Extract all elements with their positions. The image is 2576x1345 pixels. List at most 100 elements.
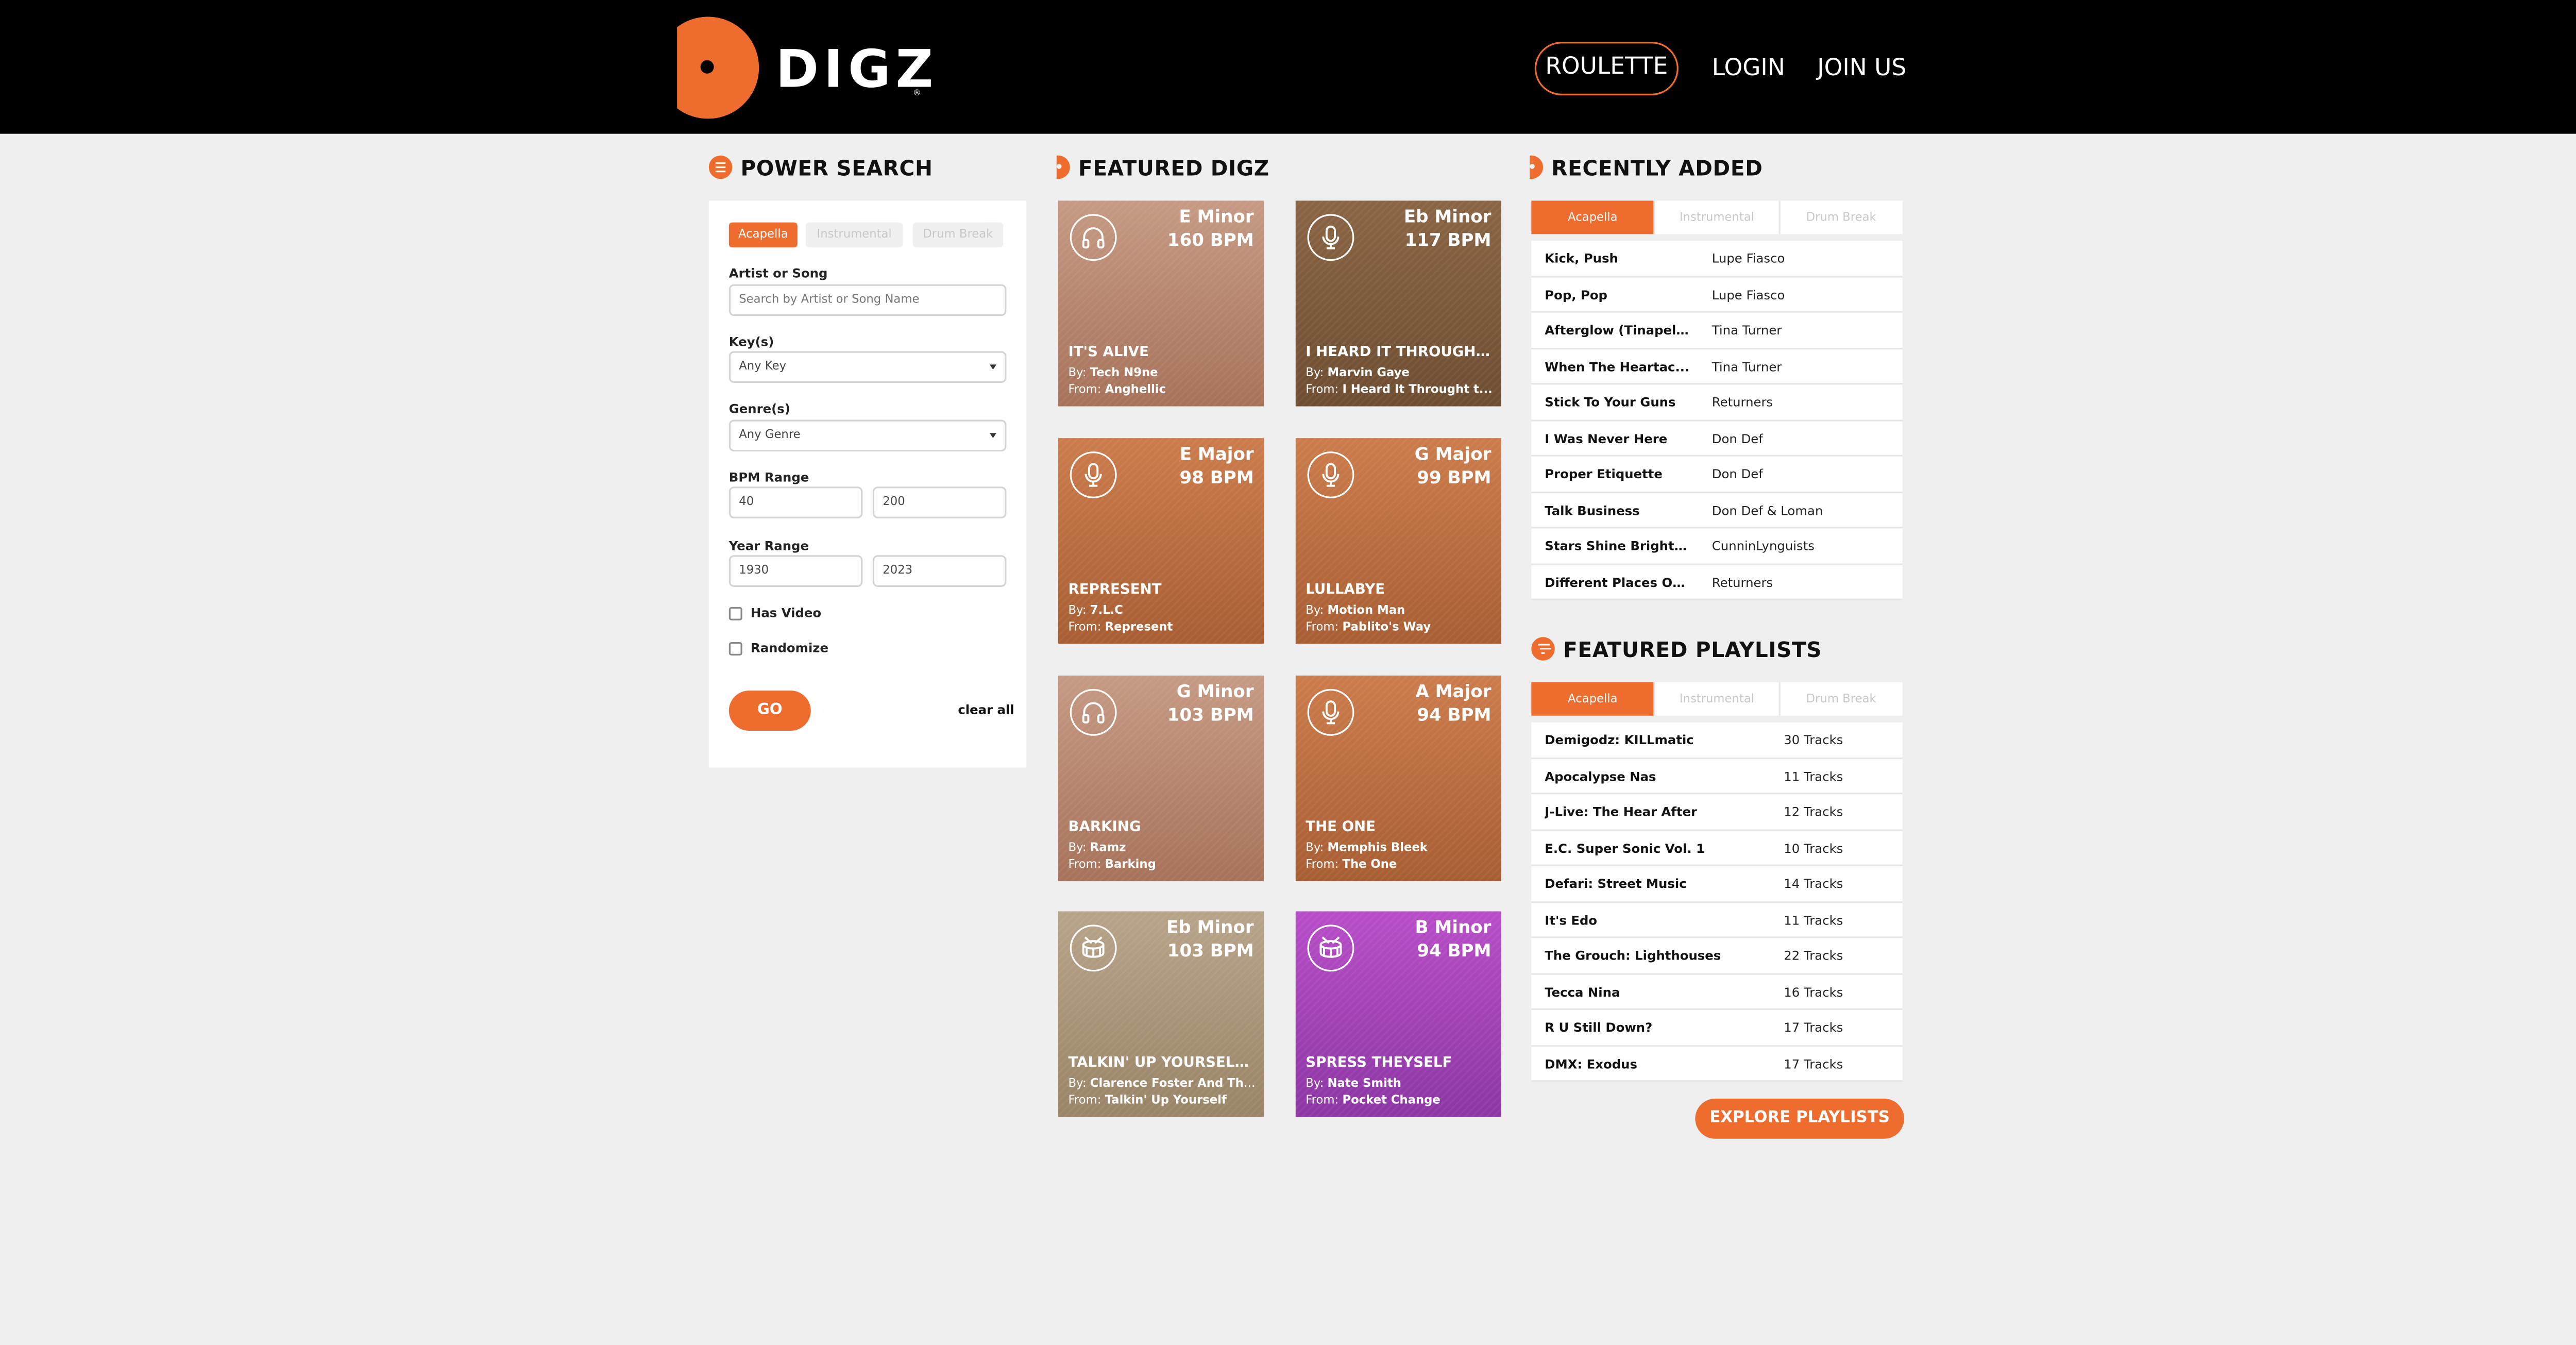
featured-playlists-tabs: Acapella Instrumental Drum Break: [1531, 682, 1903, 716]
card-title: TALKIN' UP YOURSELF ...: [1068, 1055, 1256, 1072]
list-item[interactable]: Talk Business Don Def & Loman: [1531, 493, 1903, 529]
search-type-acapella[interactable]: Acapella: [728, 222, 798, 248]
microphone-icon: [1070, 451, 1117, 498]
key-select[interactable]: Any Key: [728, 351, 1007, 383]
song-title: Afterglow (Tinapell...: [1545, 323, 1692, 338]
card-bpm: 94 BPM: [1417, 705, 1492, 726]
track-count: 11 Tracks: [1784, 768, 1843, 784]
tab-drum-break[interactable]: Drum Break: [1780, 682, 1903, 716]
table-row[interactable]: Defari: Street Music 14 Tracks: [1531, 866, 1903, 902]
song-title: Different Places On...: [1545, 574, 1692, 590]
login-link[interactable]: LOGIN: [1712, 42, 1785, 95]
playlist-name: J-Live: The Hear After: [1545, 804, 1698, 820]
card-album: From: Pocket Change: [1306, 1094, 1440, 1107]
randomize-label: Randomize: [750, 640, 828, 656]
card-album: From: I Heard It Throught t...: [1306, 383, 1493, 397]
playlist-name: Demigodz: KILLmatic: [1545, 732, 1694, 748]
card-bpm: 103 BPM: [1167, 941, 1254, 962]
go-button[interactable]: GO: [728, 691, 811, 731]
bpm-min-input[interactable]: 40: [728, 486, 863, 518]
list-item[interactable]: Afterglow (Tinapell... Tina Turner: [1531, 313, 1903, 349]
explore-playlists-button[interactable]: EXPLORE PLAYLISTS: [1695, 1098, 1904, 1139]
search-type-instrumental[interactable]: Instrumental: [806, 222, 903, 248]
headphones-icon: [1070, 688, 1117, 736]
card-key: B Minor: [1415, 918, 1492, 938]
list-item[interactable]: Proper Etiquette Don Def: [1531, 457, 1903, 493]
has-video-checkbox[interactable]: [728, 607, 742, 620]
table-row[interactable]: Tecca Nina 16 Tracks: [1531, 974, 1903, 1010]
featured-card[interactable]: E Major 98 BPM REPRESENT By: 7.L.C From: Rep…: [1058, 438, 1264, 644]
card-bpm: 99 BPM: [1417, 468, 1492, 489]
tab-acapella[interactable]: Acapella: [1531, 682, 1656, 716]
table-row[interactable]: The Grouch: Lighthouses 22 Tracks: [1531, 938, 1903, 974]
list-item[interactable]: When The Heartac... Tina Turner: [1531, 349, 1903, 385]
table-row[interactable]: DMX: Exodus 17 Tracks: [1531, 1046, 1903, 1082]
track-count: 22 Tracks: [1784, 948, 1843, 964]
card-artist: By: Clarence Foster And Th...: [1068, 1077, 1256, 1090]
card-album: From: Represent: [1068, 620, 1173, 634]
featured-card[interactable]: B Minor 94 BPM SPRESS THEYSELF By: Nate Smi…: [1295, 911, 1501, 1117]
tab-drum-break[interactable]: Drum Break: [1780, 200, 1903, 234]
featured-card[interactable]: G Major 99 BPM LULLABYE By: Motion Man From:…: [1295, 438, 1501, 644]
track-count: 30 Tracks: [1784, 732, 1843, 748]
tab-instrumental[interactable]: Instrumental: [1656, 682, 1780, 716]
card-key: G Major: [1414, 445, 1492, 465]
menu-icon: [708, 155, 733, 179]
tab-instrumental[interactable]: Instrumental: [1656, 200, 1780, 234]
list-item[interactable]: Pop, Pop Lupe Fiasco: [1531, 277, 1903, 313]
list-item[interactable]: Stick To Your Guns Returners: [1531, 384, 1903, 421]
card-key: Eb Minor: [1403, 207, 1492, 228]
featured-card[interactable]: Eb Minor 117 BPM I HEARD IT THROUGH T... By…: [1295, 200, 1501, 407]
year-max-input[interactable]: 2023: [872, 555, 1007, 587]
key-label: Key(s): [728, 334, 774, 350]
has-video-label: Has Video: [750, 605, 822, 620]
card-artist: By: Motion Man: [1306, 603, 1405, 617]
drum-icon: [1070, 924, 1117, 972]
table-row[interactable]: Demigodz: KILLmatic 30 Tracks: [1531, 722, 1903, 759]
recently-added-list: Kick, Push Lupe Fiasco Pop, Pop Lupe Fiasco…: [1531, 241, 1903, 600]
artist-name: CunninLynguists: [1711, 538, 1815, 554]
card-key: A Major: [1415, 682, 1492, 702]
logo-disc-icon[interactable]: [677, 16, 760, 119]
bpm-max-input[interactable]: 200: [872, 486, 1007, 518]
artist-name: Lupe Fiasco: [1711, 250, 1785, 266]
search-type-drum-break[interactable]: Drum Break: [912, 222, 1003, 248]
table-row[interactable]: E.C. Super Sonic Vol. 1 10 Tracks: [1531, 830, 1903, 866]
roulette-button[interactable]: ROULETTE: [1534, 42, 1679, 95]
table-row[interactable]: J-Live: The Hear After 12 Tracks: [1531, 794, 1903, 831]
genre-label: Genre(s): [728, 401, 790, 416]
drum-icon: [1307, 924, 1354, 972]
card-artist: By: 7.L.C: [1068, 603, 1124, 617]
clear-all-link[interactable]: clear all: [958, 702, 1014, 717]
list-item[interactable]: Stars Shine Brighte... CunninLynguists: [1531, 528, 1903, 565]
year-min-input[interactable]: 1930: [728, 555, 863, 587]
tab-acapella[interactable]: Acapella: [1531, 200, 1656, 234]
card-title: REPRESENT: [1068, 582, 1162, 599]
table-row[interactable]: Apocalypse Nas 11 Tracks: [1531, 759, 1903, 795]
song-title: Talk Business: [1545, 502, 1640, 518]
table-row[interactable]: It's Edo 11 Tracks: [1531, 902, 1903, 938]
card-title: LULLABYE: [1306, 582, 1385, 599]
playlist-name: Apocalypse Nas: [1545, 768, 1656, 784]
featured-playlists-list: Demigodz: KILLmatic 30 Tracks Apocalypse N…: [1531, 722, 1903, 1082]
list-item[interactable]: Different Places On... Returners: [1531, 564, 1903, 600]
playlist-name: R U Still Down?: [1545, 1020, 1653, 1035]
join-us-link[interactable]: JOIN US: [1817, 42, 1906, 95]
genre-select[interactable]: Any Genre: [728, 419, 1007, 452]
playlist-name: E.C. Super Sonic Vol. 1: [1545, 840, 1705, 855]
featured-card[interactable]: E Minor 160 BPM IT'S ALIVE By: Tech N9ne Fro…: [1058, 200, 1264, 407]
playlist-name: The Grouch: Lighthouses: [1545, 948, 1721, 964]
list-item[interactable]: I Was Never Here Don Def: [1531, 421, 1903, 457]
track-count: 10 Tracks: [1784, 840, 1843, 855]
randomize-checkbox[interactable]: [728, 642, 742, 656]
table-row[interactable]: R U Still Down? 17 Tracks: [1531, 1010, 1903, 1046]
featured-card[interactable]: A Major 94 BPM THE ONE By: Memphis Bleek Fro…: [1295, 675, 1501, 882]
card-artist: By: Ramz: [1068, 841, 1126, 855]
list-item[interactable]: Kick, Push Lupe Fiasco: [1531, 241, 1903, 277]
track-count: 17 Tracks: [1784, 1020, 1843, 1035]
card-key: G Minor: [1176, 682, 1254, 702]
featured-card[interactable]: Eb Minor 103 BPM TALKIN' UP YOURSELF ... By…: [1058, 911, 1264, 1117]
track-count: 16 Tracks: [1784, 984, 1843, 999]
featured-card[interactable]: G Minor 103 BPM BARKING By: Ramz From: Barki…: [1058, 675, 1264, 882]
artist-song-input[interactable]: Search by Artist or Song Name: [728, 284, 1007, 316]
